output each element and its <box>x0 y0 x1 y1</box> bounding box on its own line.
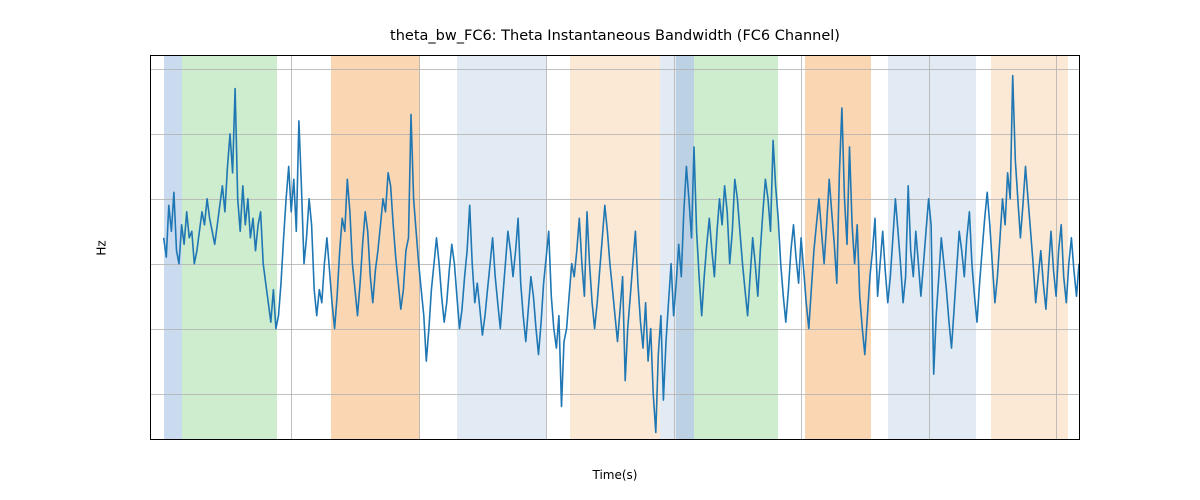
x-axis-label: Time(s) <box>150 468 1080 482</box>
y-axis-label: Hz <box>92 55 112 440</box>
x-tick-label: 5000 <box>787 439 815 440</box>
x-tick-label: 2000 <box>405 439 433 440</box>
x-tick-label: 6000 <box>915 439 943 440</box>
x-tick-label: 3000 <box>532 439 560 440</box>
plot-area: 1.31.41.51.61.71.81000200030004000500060… <box>150 55 1080 440</box>
chart-title: theta_bw_FC6: Theta Instantaneous Bandwi… <box>150 28 1080 44</box>
figure: theta_bw_FC6: Theta Instantaneous Bandwi… <box>0 0 1200 500</box>
signal-line <box>151 56 1079 439</box>
x-tick-label: 1000 <box>277 439 305 440</box>
x-tick-label: 4000 <box>660 439 688 440</box>
x-tick-label: 7000 <box>1042 439 1070 440</box>
